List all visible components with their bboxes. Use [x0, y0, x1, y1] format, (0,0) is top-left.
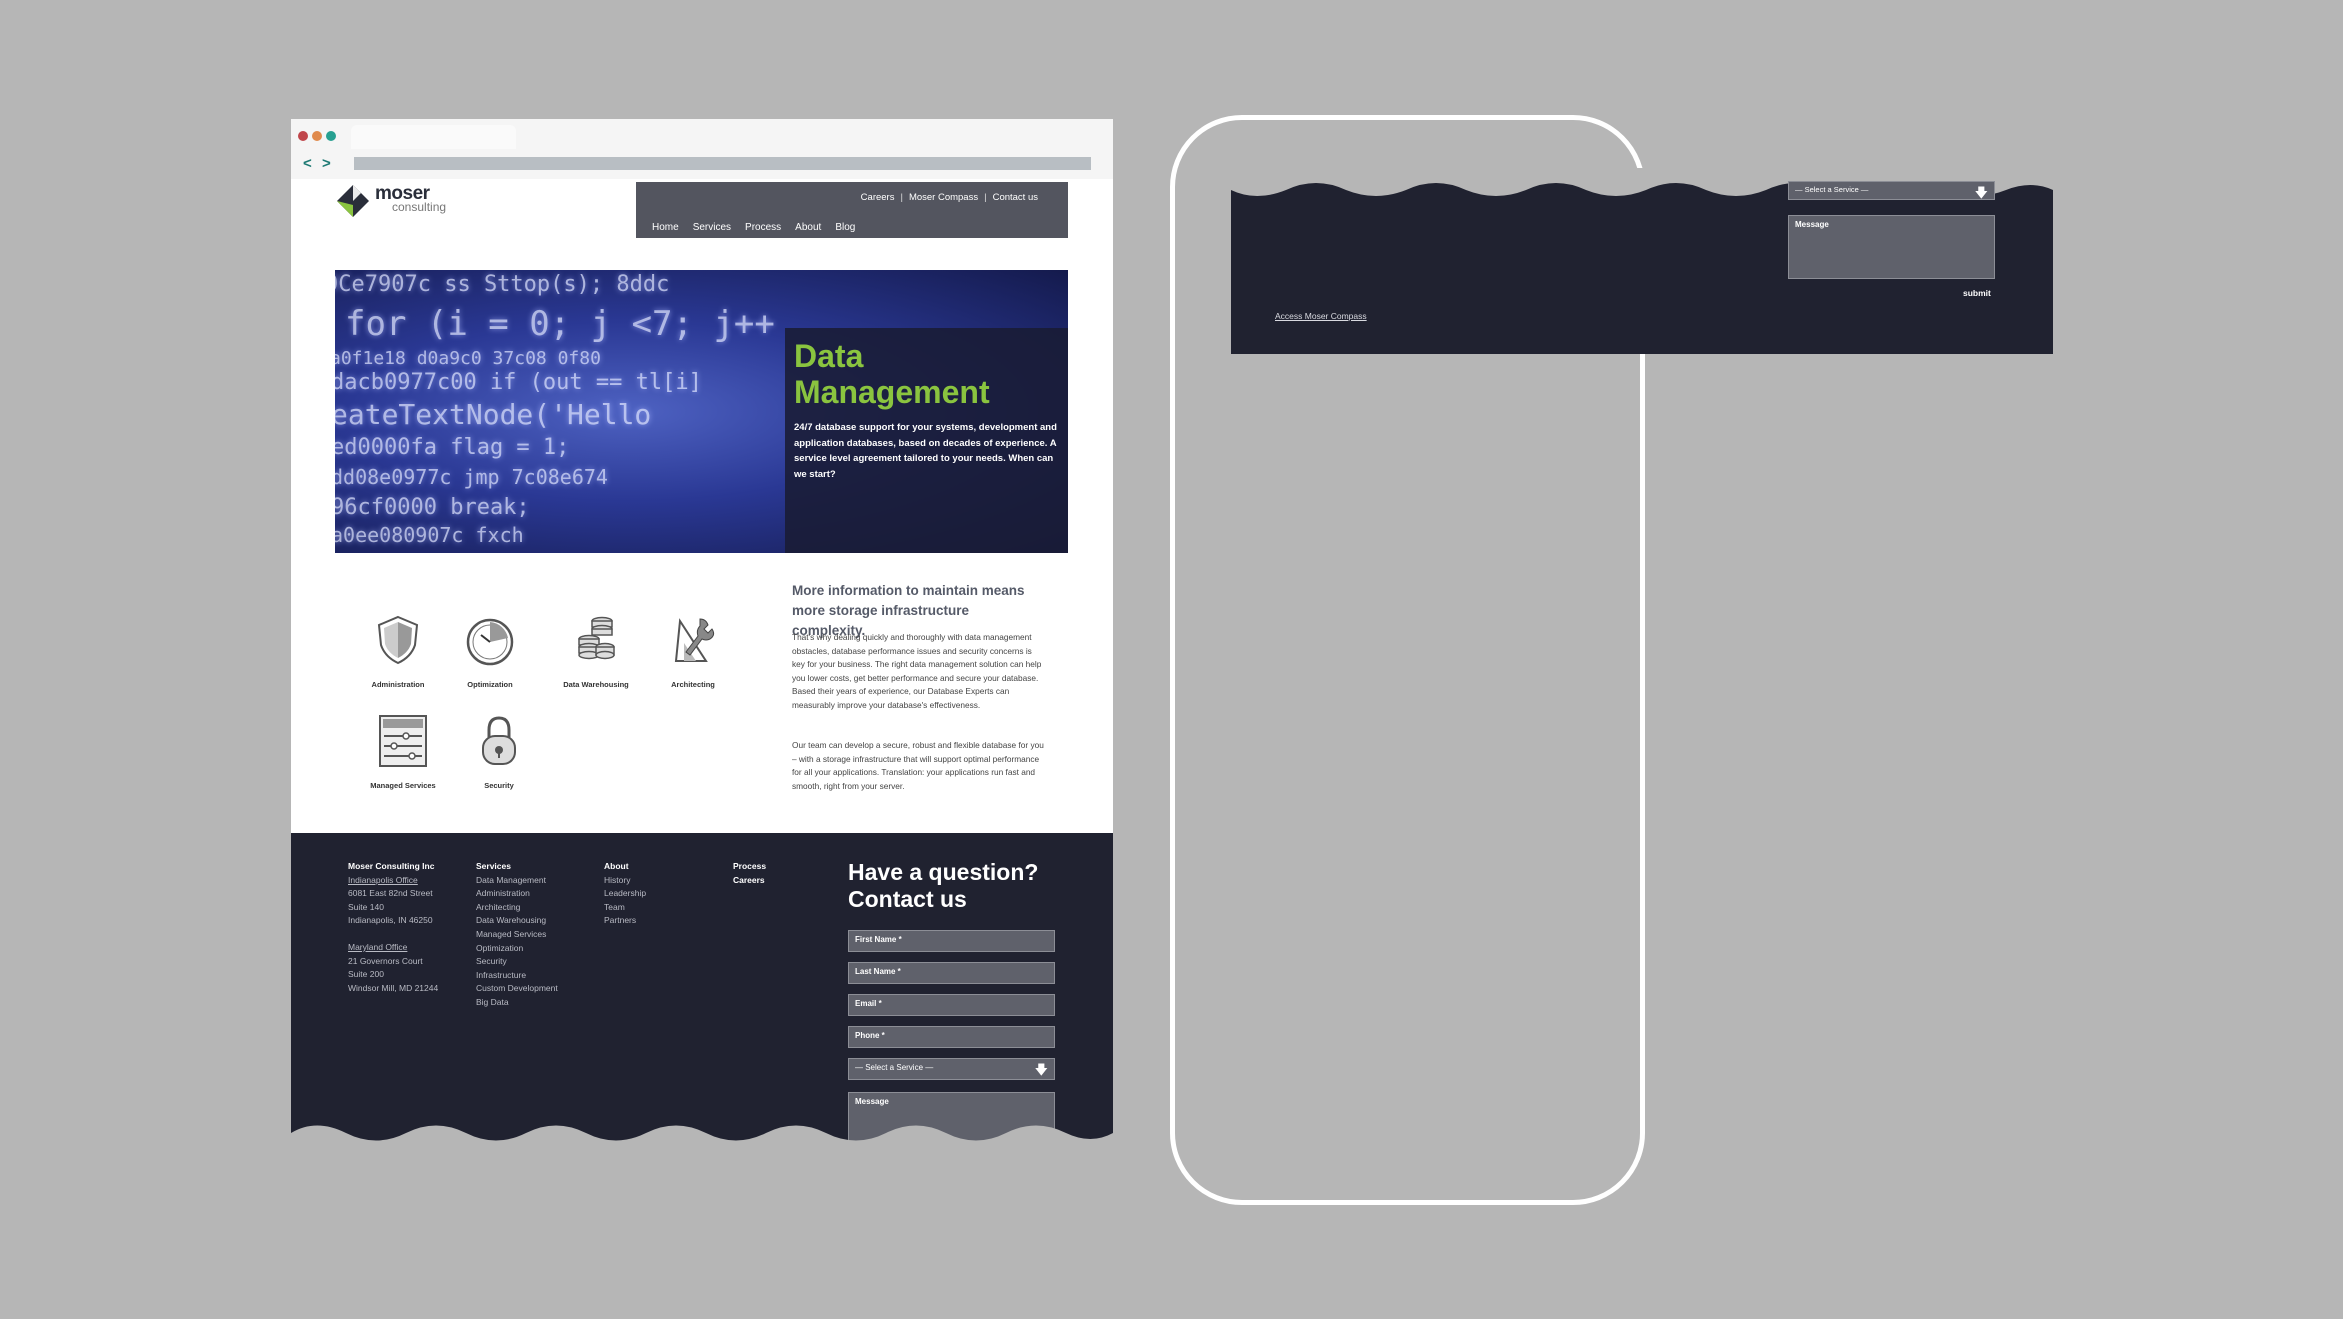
- footer-heading[interactable]: Services: [476, 860, 558, 874]
- browser-chrome: < >: [291, 119, 1113, 179]
- service-label: Optimization: [467, 680, 513, 689]
- minimize-dot[interactable]: [312, 131, 322, 141]
- address-line: Suite 200: [348, 969, 384, 980]
- phone-field[interactable]: Phone *: [848, 1026, 1055, 1048]
- hero-panel: Data Management 24/7 database support fo…: [785, 328, 1068, 553]
- shield-icon: [377, 615, 419, 665]
- hero-banner: 9Ce7907c ss Sttop(s); 8ddc for (i = 0; j…: [335, 270, 1068, 553]
- first-name-field[interactable]: First Name *: [848, 930, 1055, 952]
- service-data-warehousing[interactable]: Data Warehousing: [551, 613, 641, 689]
- access-compass-link[interactable]: Access Moser Compass: [1275, 311, 1367, 321]
- footer-wave: [291, 1125, 1113, 1152]
- service-label: Data Warehousing: [563, 680, 629, 689]
- main-nav: Home Services Process About Blog: [652, 222, 855, 233]
- service-architecting[interactable]: Architecting: [648, 613, 738, 689]
- service-label: Architecting: [671, 680, 715, 689]
- close-dot[interactable]: [298, 131, 308, 141]
- top-nav: Careers | Moser Compass | Contact us Home …: [636, 182, 1068, 238]
- tools-icon: [674, 618, 715, 662]
- address-line: 6081 East 82nd Street: [348, 888, 433, 899]
- address-line: Windsor Mill, MD 21244: [348, 982, 439, 993]
- footer-link[interactable]: Infrastructure: [476, 969, 558, 983]
- maximize-dot[interactable]: [326, 131, 336, 141]
- hero-text: 24/7 database support for your systems, …: [794, 422, 1057, 480]
- logo-sub: consulting: [392, 200, 447, 214]
- footer-link[interactable]: Administration: [476, 887, 558, 901]
- footer-link[interactable]: Partners: [604, 914, 646, 928]
- panel-service-select[interactable]: — Select a Service — 🡇: [1788, 181, 1995, 200]
- service-label: Security: [484, 781, 514, 790]
- footer-about: About History Leadership Team Partners: [604, 860, 646, 928]
- nav-home[interactable]: Home: [652, 222, 679, 233]
- footer-link[interactable]: Managed Services: [476, 928, 558, 942]
- nav-about[interactable]: About: [795, 222, 821, 233]
- browser-tab[interactable]: [351, 125, 516, 149]
- mobile-footer-panel: — Select a Service — 🡇 Message submit Ac…: [1231, 168, 2053, 354]
- utility-nav: Careers | Moser Compass | Contact us: [860, 192, 1038, 203]
- footer-heading[interactable]: About: [604, 860, 646, 874]
- forward-arrow-icon[interactable]: >: [322, 155, 331, 172]
- footer-link[interactable]: Big Data: [476, 996, 558, 1010]
- url-bar[interactable]: [354, 157, 1091, 170]
- footer-link[interactable]: Data Warehousing: [476, 914, 558, 928]
- last-name-field[interactable]: Last Name *: [848, 962, 1055, 984]
- footer: Moser Consulting Inc Indianapolis Office…: [291, 833, 1113, 1152]
- down-arrow-icon: 🡇: [1974, 185, 1988, 200]
- contact-heading: Have a question? Contact us: [848, 859, 1039, 912]
- submit-button[interactable]: submit: [1963, 288, 1991, 298]
- footer-link[interactable]: Optimization: [476, 942, 558, 956]
- office-link[interactable]: Indianapolis Office: [348, 874, 438, 888]
- nav-contact-us[interactable]: Contact us: [993, 192, 1038, 203]
- info-paragraph: Our team can develop a secure, robust an…: [792, 740, 1044, 791]
- service-administration[interactable]: Administration: [353, 613, 443, 689]
- footer-services: Services Data Management Administration …: [476, 860, 558, 1010]
- service-label: Managed Services: [370, 781, 436, 790]
- footer-link[interactable]: Architecting: [476, 901, 558, 915]
- email-field[interactable]: Email *: [848, 994, 1055, 1016]
- address-line: 21 Governors Court: [348, 955, 423, 966]
- logo[interactable]: moser consulting: [335, 181, 465, 221]
- service-security[interactable]: Security: [454, 714, 544, 790]
- footer-heading[interactable]: Careers: [733, 874, 766, 888]
- address-line: Suite 140: [348, 901, 384, 912]
- panel-select-value: — Select a Service —: [1795, 185, 1869, 194]
- service-label: Administration: [371, 680, 425, 689]
- logo-mark-icon: [337, 185, 369, 217]
- hero-title: Data Management: [794, 338, 990, 410]
- padlock-icon: [482, 716, 516, 765]
- down-arrow-icon: 🡇: [1034, 1062, 1048, 1077]
- nav-blog[interactable]: Blog: [835, 222, 855, 233]
- service-optimization[interactable]: Optimization: [445, 613, 535, 689]
- gauge-icon: [466, 618, 514, 666]
- service-select-value: — Select a Service —: [855, 1063, 934, 1072]
- nav-careers[interactable]: Careers: [861, 192, 895, 203]
- address-line: Indianapolis, IN 46250: [348, 915, 433, 926]
- footer-link[interactable]: Leadership: [604, 887, 646, 901]
- company-name: Moser Consulting Inc: [348, 861, 435, 871]
- nav-services[interactable]: Services: [693, 222, 731, 233]
- service-select[interactable]: — Select a Service — 🡇: [848, 1058, 1055, 1080]
- footer-link[interactable]: History: [604, 874, 646, 888]
- info-paragraph: That's why dealing quickly and thoroughl…: [792, 632, 1042, 710]
- footer-heading[interactable]: Process: [733, 860, 766, 874]
- service-managed-services[interactable]: Managed Services: [358, 714, 448, 790]
- footer-link[interactable]: Security: [476, 955, 558, 969]
- panel-message-field[interactable]: Message: [1788, 215, 1995, 279]
- footer-link[interactable]: Data Management: [476, 874, 558, 888]
- browser-window: < > moser consulting Careers | Moser Comp…: [291, 119, 1113, 1152]
- footer-process: Process Careers: [733, 860, 766, 887]
- server-rack-icon: [379, 715, 427, 767]
- office-link[interactable]: Maryland Office: [348, 941, 438, 955]
- nav-process[interactable]: Process: [745, 222, 781, 233]
- footer-link[interactable]: Custom Development: [476, 982, 558, 996]
- nav-moser-compass[interactable]: Moser Compass: [909, 192, 978, 203]
- footer-address: Moser Consulting Inc Indianapolis Office…: [348, 860, 438, 995]
- back-arrow-icon[interactable]: <: [303, 155, 312, 172]
- database-icon: [578, 616, 615, 660]
- footer-link[interactable]: Team: [604, 901, 646, 915]
